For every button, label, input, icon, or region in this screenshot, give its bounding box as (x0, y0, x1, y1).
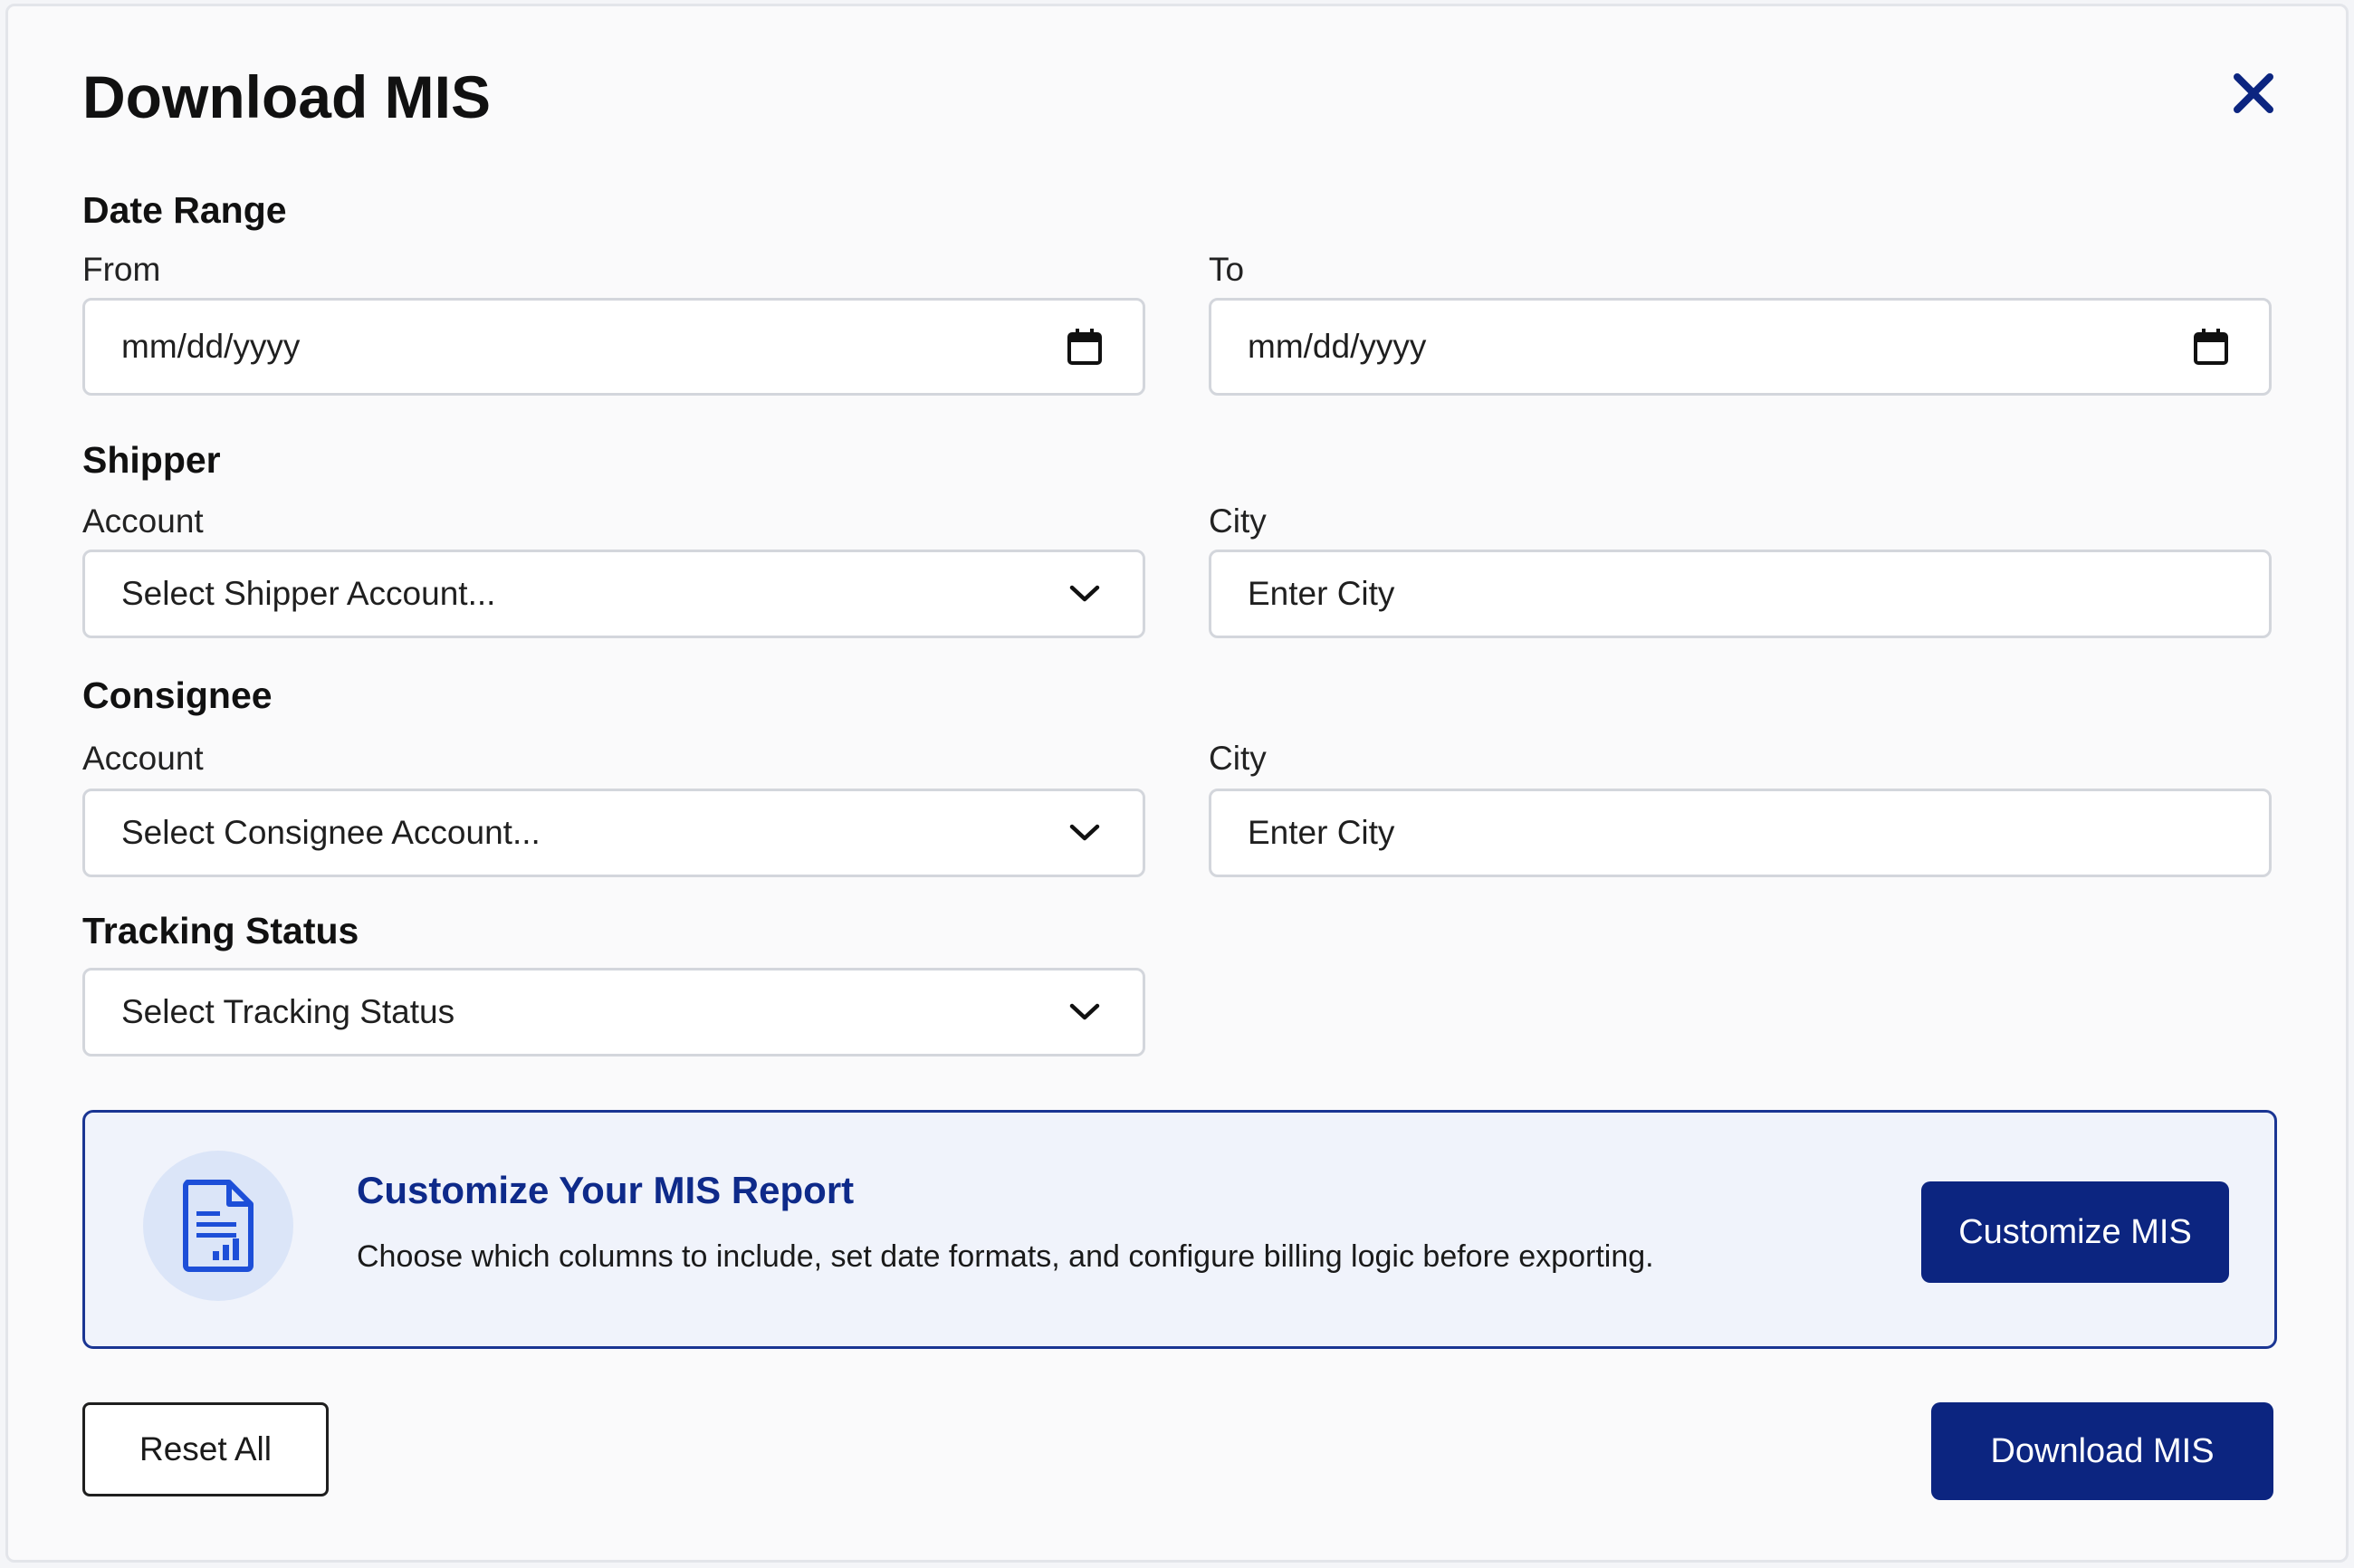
shipper-account-label: Account (82, 502, 204, 540)
close-button[interactable] (2223, 62, 2284, 124)
calendar-icon[interactable] (2189, 325, 2233, 368)
shipper-account-placeholder: Select Shipper Account... (121, 575, 496, 612)
report-icon-badge (143, 1151, 293, 1301)
to-date-placeholder: mm/dd/yyyy (1248, 328, 1427, 365)
shipper-city-input[interactable]: Enter City (1209, 550, 2272, 638)
from-date-input[interactable]: mm/dd/yyyy (82, 298, 1145, 396)
chevron-down-icon (1063, 572, 1106, 616)
download-mis-button[interactable]: Download MIS (1931, 1402, 2273, 1500)
consignee-heading: Consignee (82, 674, 273, 716)
calendar-icon[interactable] (1063, 325, 1106, 368)
report-icon (183, 1180, 254, 1272)
download-mis-modal: Download MIS Date Range From mm/dd/yyyy … (5, 4, 2349, 1563)
shipper-city-placeholder: Enter City (1248, 575, 1395, 612)
promo-description: Choose which columns to include, set dat… (357, 1239, 1654, 1274)
shipper-heading: Shipper (82, 439, 221, 481)
date-range-heading: Date Range (82, 189, 287, 231)
tracking-status-select[interactable]: Select Tracking Status (82, 968, 1145, 1056)
promo-title: Customize Your MIS Report (357, 1169, 855, 1211)
chevron-down-icon (1063, 811, 1106, 855)
consignee-city-placeholder: Enter City (1248, 814, 1395, 851)
tracking-status-heading: Tracking Status (82, 910, 359, 951)
customize-mis-button[interactable]: Customize MIS (1921, 1181, 2229, 1283)
customize-mis-banner: Customize Your MIS Report Choose which c… (82, 1110, 2277, 1349)
shipper-account-select[interactable]: Select Shipper Account... (82, 550, 1145, 638)
to-date-input[interactable]: mm/dd/yyyy (1209, 298, 2272, 396)
from-date-placeholder: mm/dd/yyyy (121, 328, 301, 365)
consignee-account-placeholder: Select Consignee Account... (121, 814, 541, 851)
tracking-status-placeholder: Select Tracking Status (121, 993, 455, 1030)
consignee-city-input[interactable]: Enter City (1209, 789, 2272, 877)
reset-all-button[interactable]: Reset All (82, 1402, 329, 1496)
consignee-account-select[interactable]: Select Consignee Account... (82, 789, 1145, 877)
chevron-down-icon (1063, 990, 1106, 1034)
to-label: To (1209, 251, 1245, 288)
consignee-account-label: Account (82, 740, 204, 777)
close-icon (2234, 73, 2273, 113)
modal-title: Download MIS (82, 63, 491, 130)
consignee-city-label: City (1209, 740, 1267, 777)
from-label: From (82, 251, 161, 288)
shipper-city-label: City (1209, 502, 1267, 540)
